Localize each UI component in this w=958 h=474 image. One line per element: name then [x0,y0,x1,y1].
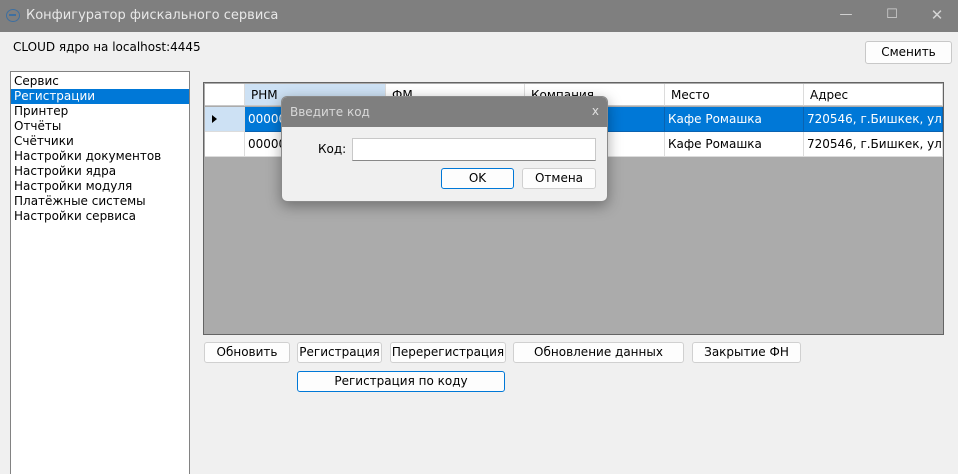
code-label: Код: [318,142,347,156]
dialog-title: Введите код [290,105,370,119]
cell-place[interactable]: Кафе Ромашка [665,107,804,132]
cell-address[interactable]: 720546, г.Бишкек, ул.Л... [804,132,943,157]
column-header-place[interactable]: Место [665,84,804,106]
sidebar-item-reports[interactable]: Отчёты [11,119,189,134]
app-icon [6,9,20,22]
title-bar: Конфигуратор фискального сервиса — ☐ ✕ [0,0,958,32]
sidebar-item-printer[interactable]: Принтер [11,104,189,119]
row-header[interactable] [205,132,245,157]
register-by-code-button[interactable]: Регистрация по коду [297,371,505,392]
dialog-close-icon[interactable]: x [592,104,599,118]
dialog-title-bar: Введите код x [282,97,607,127]
grid-corner-header [205,84,245,106]
sidebar-list[interactable]: Сервис Регистрации Принтер Отчёты Счётчи… [10,71,190,474]
cell-address[interactable]: 720546, г.Бишкек, ул.Л... [804,107,943,132]
ok-button[interactable]: OK [441,168,514,189]
core-connection-label: CLOUD ядро на localhost:4445 [13,40,201,54]
column-header-address[interactable]: Адрес [804,84,943,106]
sidebar-item-document-settings[interactable]: Настройки документов [11,149,189,164]
close-window-button[interactable]: ✕ [914,0,958,32]
reregister-button[interactable]: Перерегистрация [390,342,506,363]
current-row-arrow-icon [212,115,217,123]
refresh-button[interactable]: Обновить [204,342,290,363]
sidebar-item-registrations[interactable]: Регистрации [11,89,189,104]
sidebar-item-module-settings[interactable]: Настройки модуля [11,179,189,194]
sidebar-item-core-settings[interactable]: Настройки ядра [11,164,189,179]
close-fn-button[interactable]: Закрытие ФН [692,342,801,363]
sidebar-item-service[interactable]: Сервис [11,74,189,89]
sidebar-item-payment-systems[interactable]: Платёжные системы [11,194,189,209]
update-data-button[interactable]: Обновление данных [513,342,684,363]
window-title: Конфигуратор фискального сервиса [26,8,279,23]
cell-place[interactable]: Кафе Ромашка [665,132,804,157]
maximize-button[interactable]: ☐ [869,0,915,32]
change-core-button[interactable]: Сменить [865,41,952,64]
row-header[interactable] [205,107,245,132]
minimize-button[interactable]: — [823,0,869,32]
sidebar-item-counters[interactable]: Счётчики [11,134,189,149]
code-input[interactable] [352,138,596,161]
sidebar-item-service-settings[interactable]: Настройки сервиса [11,209,189,224]
enter-code-dialog: Введите код x Код: OK Отмена [281,96,608,202]
register-button[interactable]: Регистрация [297,342,382,363]
cancel-button[interactable]: Отмена [522,168,596,189]
